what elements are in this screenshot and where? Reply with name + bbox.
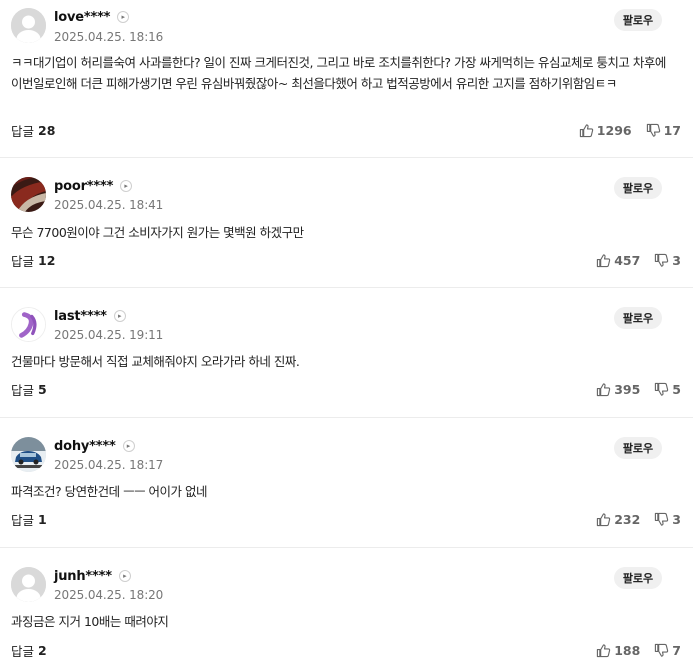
reactions: 457 3	[596, 253, 681, 268]
follow-button[interactable]: 팔로우	[614, 437, 662, 459]
comment-text: 과징금은 지거 10배는 때려야지	[11, 614, 169, 629]
thumbs-down-icon	[655, 512, 669, 526]
follow-button[interactable]: 팔로우	[614, 567, 662, 589]
thumbs-up-icon	[597, 382, 611, 396]
reply-count: 28	[38, 122, 56, 138]
dislike-button[interactable]: 17	[646, 123, 681, 138]
comment-footer: 답글 28 1296 17	[11, 120, 681, 140]
comment-text: 건물마다 방문해서 직접 교체해줘야지 오라가라 하네 진짜.	[11, 354, 300, 369]
comment-footer: 답글 12 457 3	[11, 250, 681, 270]
nickname[interactable]: last****	[54, 309, 107, 324]
follow-button[interactable]: 팔로우	[614, 177, 662, 199]
thumbs-up-icon	[597, 643, 611, 657]
comment-date: 2025.04.25. 18:17	[54, 458, 164, 472]
dislike-count: 5	[672, 381, 681, 397]
reactions: 1296 17	[579, 123, 681, 138]
reactions: 395 5	[596, 382, 681, 397]
like-count: 457	[614, 252, 641, 268]
dislike-count: 3	[672, 511, 681, 527]
nickname-row: poor**** ▸	[54, 177, 133, 195]
follow-button[interactable]: 팔로우	[614, 9, 662, 31]
like-button[interactable]: 188	[596, 643, 640, 658]
reactions: 188 7	[596, 643, 681, 658]
dislike-button[interactable]: 3	[654, 512, 681, 527]
comment-footer: 답글 1 232 3	[11, 509, 681, 529]
comment-item: junh**** ▸ 2025.04.25. 18:20 팔로우 과징금은 지거…	[0, 548, 693, 667]
nickname[interactable]: dohy****	[54, 439, 116, 454]
comment-text: 파격조건? 당연한건데 ㅡㅡ 어이가 없네	[11, 484, 208, 499]
reply-label: 답글	[11, 643, 35, 659]
nickname-row: junh**** ▸	[54, 567, 131, 585]
chevron-right-icon[interactable]: ▸	[117, 11, 130, 23]
reactions: 232 3	[596, 512, 681, 527]
reply-label: 답글	[11, 512, 35, 528]
reply-button[interactable]: 답글 2	[11, 641, 47, 660]
comment-item: last**** ▸ 2025.04.25. 19:11 팔로우 건물마다 방문…	[0, 288, 693, 418]
nickname-row: last**** ▸	[54, 307, 126, 325]
default-avatar-icon[interactable]	[11, 567, 46, 602]
thumbs-up-icon	[597, 512, 611, 526]
follow-button[interactable]: 팔로우	[614, 307, 662, 329]
purple-brush-avatar[interactable]	[11, 307, 46, 342]
photo-avatar[interactable]	[11, 177, 46, 212]
comment-item: love**** ▸ 2025.04.25. 18:16 팔로우 ㅋㅋ대기업이 …	[0, 0, 693, 158]
chevron-right-icon[interactable]: ▸	[122, 440, 135, 452]
dislike-button[interactable]: 3	[654, 253, 681, 268]
reply-button[interactable]: 답글 28	[11, 121, 55, 140]
reply-label: 답글	[11, 123, 35, 139]
like-count: 395	[614, 381, 641, 397]
reply-button[interactable]: 답글 5	[11, 380, 47, 399]
dislike-count: 3	[672, 252, 681, 268]
comment-text: 무슨 7700원이야 그건 소비자가지 원가는 몇백원 하겠구만	[11, 225, 304, 240]
reply-count: 2	[38, 642, 47, 658]
comment-item: dohy**** ▸ 2025.04.25. 18:17 팔로우 파격조건? 당…	[0, 418, 693, 548]
nickname-row: love**** ▸	[54, 8, 130, 26]
chevron-right-icon[interactable]: ▸	[118, 570, 131, 582]
comment-footer: 답글 5 395 5	[11, 379, 681, 399]
thumbs-down-icon	[655, 382, 669, 396]
like-button[interactable]: 1296	[579, 123, 632, 138]
thumbs-down-icon	[655, 253, 669, 267]
comment-item: poor**** ▸ 2025.04.25. 18:41 팔로우 무슨 7700…	[0, 158, 693, 288]
comment-date: 2025.04.25. 18:41	[54, 198, 164, 212]
nickname-row: dohy**** ▸	[54, 437, 135, 455]
reply-count: 12	[38, 252, 56, 268]
comment-date: 2025.04.25. 18:20	[54, 588, 164, 602]
comment-text: ㅋㅋ대기업이 허리를숙여 사과를한다? 일이 진짜 크게터진것, 그리고 바로 …	[11, 55, 666, 91]
thumbs-up-icon	[597, 253, 611, 267]
reply-button[interactable]: 답글 1	[11, 510, 47, 529]
dislike-count: 7	[672, 642, 681, 658]
thumbs-up-icon	[579, 123, 593, 137]
thumbs-down-icon	[655, 643, 669, 657]
dislike-button[interactable]: 7	[654, 643, 681, 658]
like-button[interactable]: 457	[596, 253, 640, 268]
default-avatar-icon[interactable]	[11, 8, 46, 43]
nickname[interactable]: poor****	[54, 179, 113, 194]
reply-count: 1	[38, 511, 47, 527]
like-button[interactable]: 395	[596, 382, 640, 397]
like-count: 1296	[596, 122, 632, 138]
reply-label: 답글	[11, 253, 35, 269]
nickname[interactable]: junh****	[54, 569, 112, 584]
comment-date: 2025.04.25. 18:16	[54, 30, 164, 44]
chevron-right-icon[interactable]: ▸	[120, 180, 133, 192]
comment-list: love**** ▸ 2025.04.25. 18:16 팔로우 ㅋㅋ대기업이 …	[0, 0, 693, 667]
reply-label: 답글	[11, 382, 35, 398]
comment-date: 2025.04.25. 19:11	[54, 328, 164, 342]
like-button[interactable]: 232	[596, 512, 640, 527]
nickname[interactable]: love****	[54, 10, 110, 25]
like-count: 232	[614, 511, 641, 527]
reply-button[interactable]: 답글 12	[11, 251, 55, 270]
dislike-count: 17	[663, 122, 681, 138]
comment-footer: 답글 2 188 7	[11, 640, 681, 660]
like-count: 188	[614, 642, 641, 658]
reply-count: 5	[38, 381, 47, 397]
car-photo-avatar[interactable]	[11, 437, 46, 472]
chevron-right-icon[interactable]: ▸	[113, 310, 126, 322]
dislike-button[interactable]: 5	[654, 382, 681, 397]
thumbs-down-icon	[646, 123, 660, 137]
